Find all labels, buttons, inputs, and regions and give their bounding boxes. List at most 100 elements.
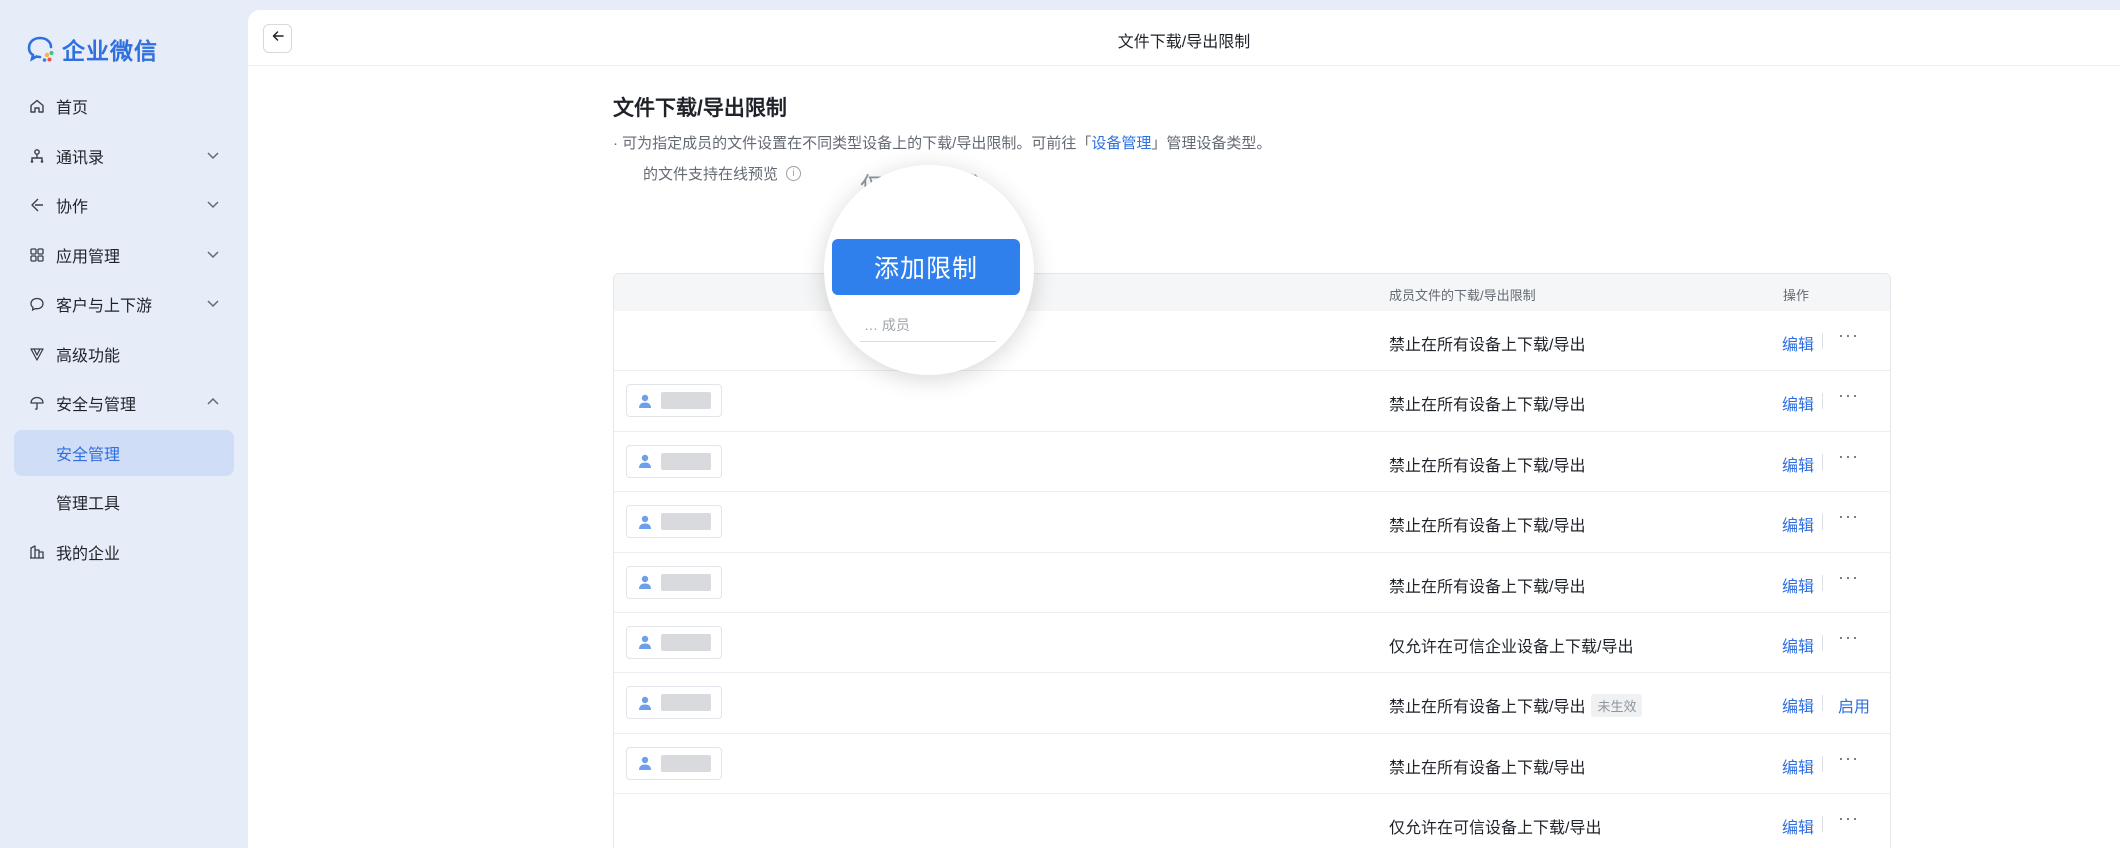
- sidebar-item-home[interactable]: 首页: [14, 83, 234, 129]
- sidebar-item-security-management[interactable]: 安全管理: [14, 429, 234, 476]
- brand-name: 企业微信: [62, 38, 158, 64]
- edit-link[interactable]: 编辑: [1782, 573, 1814, 597]
- edit-link[interactable]: 编辑: [1782, 814, 1814, 838]
- divider: [1822, 453, 1823, 470]
- preview-note: 的文件支持在线预览 i: [613, 162, 1893, 184]
- table-row: 禁止在所有设备上下载/导出 编辑 ···: [614, 553, 1890, 613]
- edit-link[interactable]: 编辑: [1782, 633, 1814, 657]
- sidebar-item-label: 客户与上下游: [56, 298, 153, 315]
- more-options-icon[interactable]: ···: [1838, 748, 1859, 769]
- umbrella-icon: [28, 394, 46, 412]
- sidebar-item-security-and-management[interactable]: 安全与管理: [14, 380, 234, 426]
- limit-text: 禁止在所有设备上下载/导出 未生效: [1389, 693, 1643, 718]
- edit-link[interactable]: 编辑: [1782, 693, 1814, 717]
- person-icon: [637, 453, 653, 469]
- add-restriction-button[interactable]: 添加限制: [832, 239, 1020, 295]
- divider: [1822, 574, 1823, 591]
- member-tag[interactable]: [626, 686, 722, 720]
- table-row: 仅允许在可信企业设备上下载/导出 编辑 ···: [614, 613, 1890, 674]
- divider: [1822, 514, 1823, 531]
- divider: [860, 341, 996, 342]
- member-name-redacted: [661, 633, 711, 651]
- table-row: 禁止在所有设备上下载/导出 未生效 编辑 启用: [614, 673, 1890, 734]
- limit-text: 禁止在所有设备上下载/导出: [1389, 573, 1585, 597]
- table-row: 禁止在所有设备上下载/导出 编辑 ···: [614, 371, 1890, 432]
- limit-text: 禁止在所有设备上下载/导出: [1389, 512, 1585, 536]
- chevron-down-icon: [206, 197, 220, 211]
- divider: [1822, 695, 1823, 712]
- info-icon[interactable]: i: [786, 165, 802, 181]
- member-tag[interactable]: [626, 565, 722, 599]
- advanced-icon: [28, 345, 46, 363]
- divider: [1822, 755, 1823, 772]
- sidebar-item-management-tools[interactable]: 管理工具: [14, 479, 234, 525]
- sidebar-item-label: 管理工具: [56, 496, 121, 513]
- more-options-icon[interactable]: ···: [1838, 627, 1859, 648]
- sidebar-item-customers[interactable]: 客户与上下游: [14, 281, 234, 327]
- limit-value: 禁止在所有设备上下载/导出: [1389, 397, 1586, 415]
- table-header: 成员文件的下载/导出限制 操作: [614, 274, 1890, 311]
- limit-value: 禁止在所有设备上下载/导出: [1389, 759, 1586, 777]
- person-icon: [637, 574, 653, 590]
- sidebar-item-label: 安全与管理: [56, 397, 137, 414]
- more-options-icon[interactable]: ···: [1838, 446, 1859, 467]
- member-name-redacted: [661, 754, 711, 772]
- sidebar-item-label: 通讯录: [56, 149, 105, 167]
- person-icon: [637, 514, 653, 530]
- more-options-icon[interactable]: ···: [1838, 325, 1859, 346]
- chevron-down-icon: [206, 247, 220, 261]
- status-badge: 未生效: [1591, 694, 1643, 718]
- member-tag[interactable]: [626, 746, 722, 780]
- enable-link[interactable]: 启用: [1838, 693, 1870, 717]
- person-icon: [637, 393, 653, 409]
- chevron-down-icon: [206, 296, 220, 310]
- table-row: 禁止在所有设备上下载/导出 编辑 ···: [614, 492, 1890, 553]
- description-text-suffix: 」管理设备类型。: [1151, 135, 1272, 152]
- member-tag[interactable]: [626, 505, 722, 539]
- device-management-link[interactable]: 设备管理: [1091, 135, 1151, 152]
- person-icon: [637, 695, 653, 711]
- more-options-icon[interactable]: ···: [1838, 808, 1859, 829]
- member-tag[interactable]: [626, 625, 722, 659]
- brand-logo[interactable]: 企业微信: [26, 32, 158, 66]
- limit-value: 仅允许在可信设备上下载/导出: [1389, 820, 1602, 838]
- limit-text: 禁止在所有设备上下载/导出: [1389, 754, 1585, 778]
- edit-link[interactable]: 编辑: [1782, 391, 1814, 415]
- more-options-icon[interactable]: ···: [1838, 506, 1859, 527]
- divider: [1822, 816, 1823, 833]
- edit-link[interactable]: 编辑: [1782, 331, 1814, 355]
- table-row: 禁止在所有设备上下载/导出 编辑 ···: [614, 432, 1890, 493]
- limit-value: 禁止在所有设备上下载/导出: [1389, 518, 1586, 536]
- limit-text: 禁止在所有设备上下载/导出: [1389, 391, 1585, 415]
- sidebar-item-label: 我的企业: [56, 545, 121, 563]
- limit-value: 禁止在所有设备上下载/导出: [1389, 578, 1586, 596]
- person-icon: [637, 755, 653, 771]
- member-tag[interactable]: [626, 444, 722, 478]
- sidebar-item-label: 首页: [56, 100, 89, 117]
- edit-link[interactable]: 编辑: [1782, 754, 1814, 778]
- more-options-icon[interactable]: ···: [1838, 385, 1859, 406]
- member-tag[interactable]: [626, 384, 722, 418]
- edit-link[interactable]: 编辑: [1782, 452, 1814, 476]
- home-icon: [28, 97, 46, 115]
- sidebar-item-advanced[interactable]: 高级功能: [14, 331, 234, 377]
- sidebar-item-contacts[interactable]: 通讯录: [14, 133, 234, 179]
- chevron-down-icon: [206, 148, 220, 162]
- sidebar-item-app-management[interactable]: 应用管理: [14, 232, 234, 278]
- limit-value: 禁止在所有设备上下载/导出: [1389, 699, 1586, 717]
- apps-grid-icon: [28, 246, 46, 264]
- member-name-redacted: [661, 392, 711, 410]
- limit-text: 禁止在所有设备上下载/导出: [1389, 452, 1585, 476]
- sidebar-item-label: 高级功能: [56, 347, 121, 365]
- top-bar: 文件下载/导出限制: [248, 10, 2120, 66]
- edit-link[interactable]: 编辑: [1782, 512, 1814, 536]
- person-icon: [637, 634, 653, 650]
- more-options-icon[interactable]: ···: [1838, 567, 1859, 588]
- member-name-redacted: [661, 452, 711, 470]
- table-body: 禁止在所有设备上下载/导出 编辑 ··· 禁止在所有设备上下载/导出 编辑 ··· 禁止在所…: [614, 311, 1890, 848]
- limit-value: 仅允许在可信企业设备上下载/导出: [1389, 638, 1634, 656]
- sidebar-item-collaboration[interactable]: 协作: [14, 182, 234, 228]
- preview-note-text: 的文件支持在线预览: [643, 165, 779, 183]
- sidebar-item-my-enterprise[interactable]: 我的企业: [14, 529, 234, 575]
- wecom-logo-icon: [26, 34, 56, 64]
